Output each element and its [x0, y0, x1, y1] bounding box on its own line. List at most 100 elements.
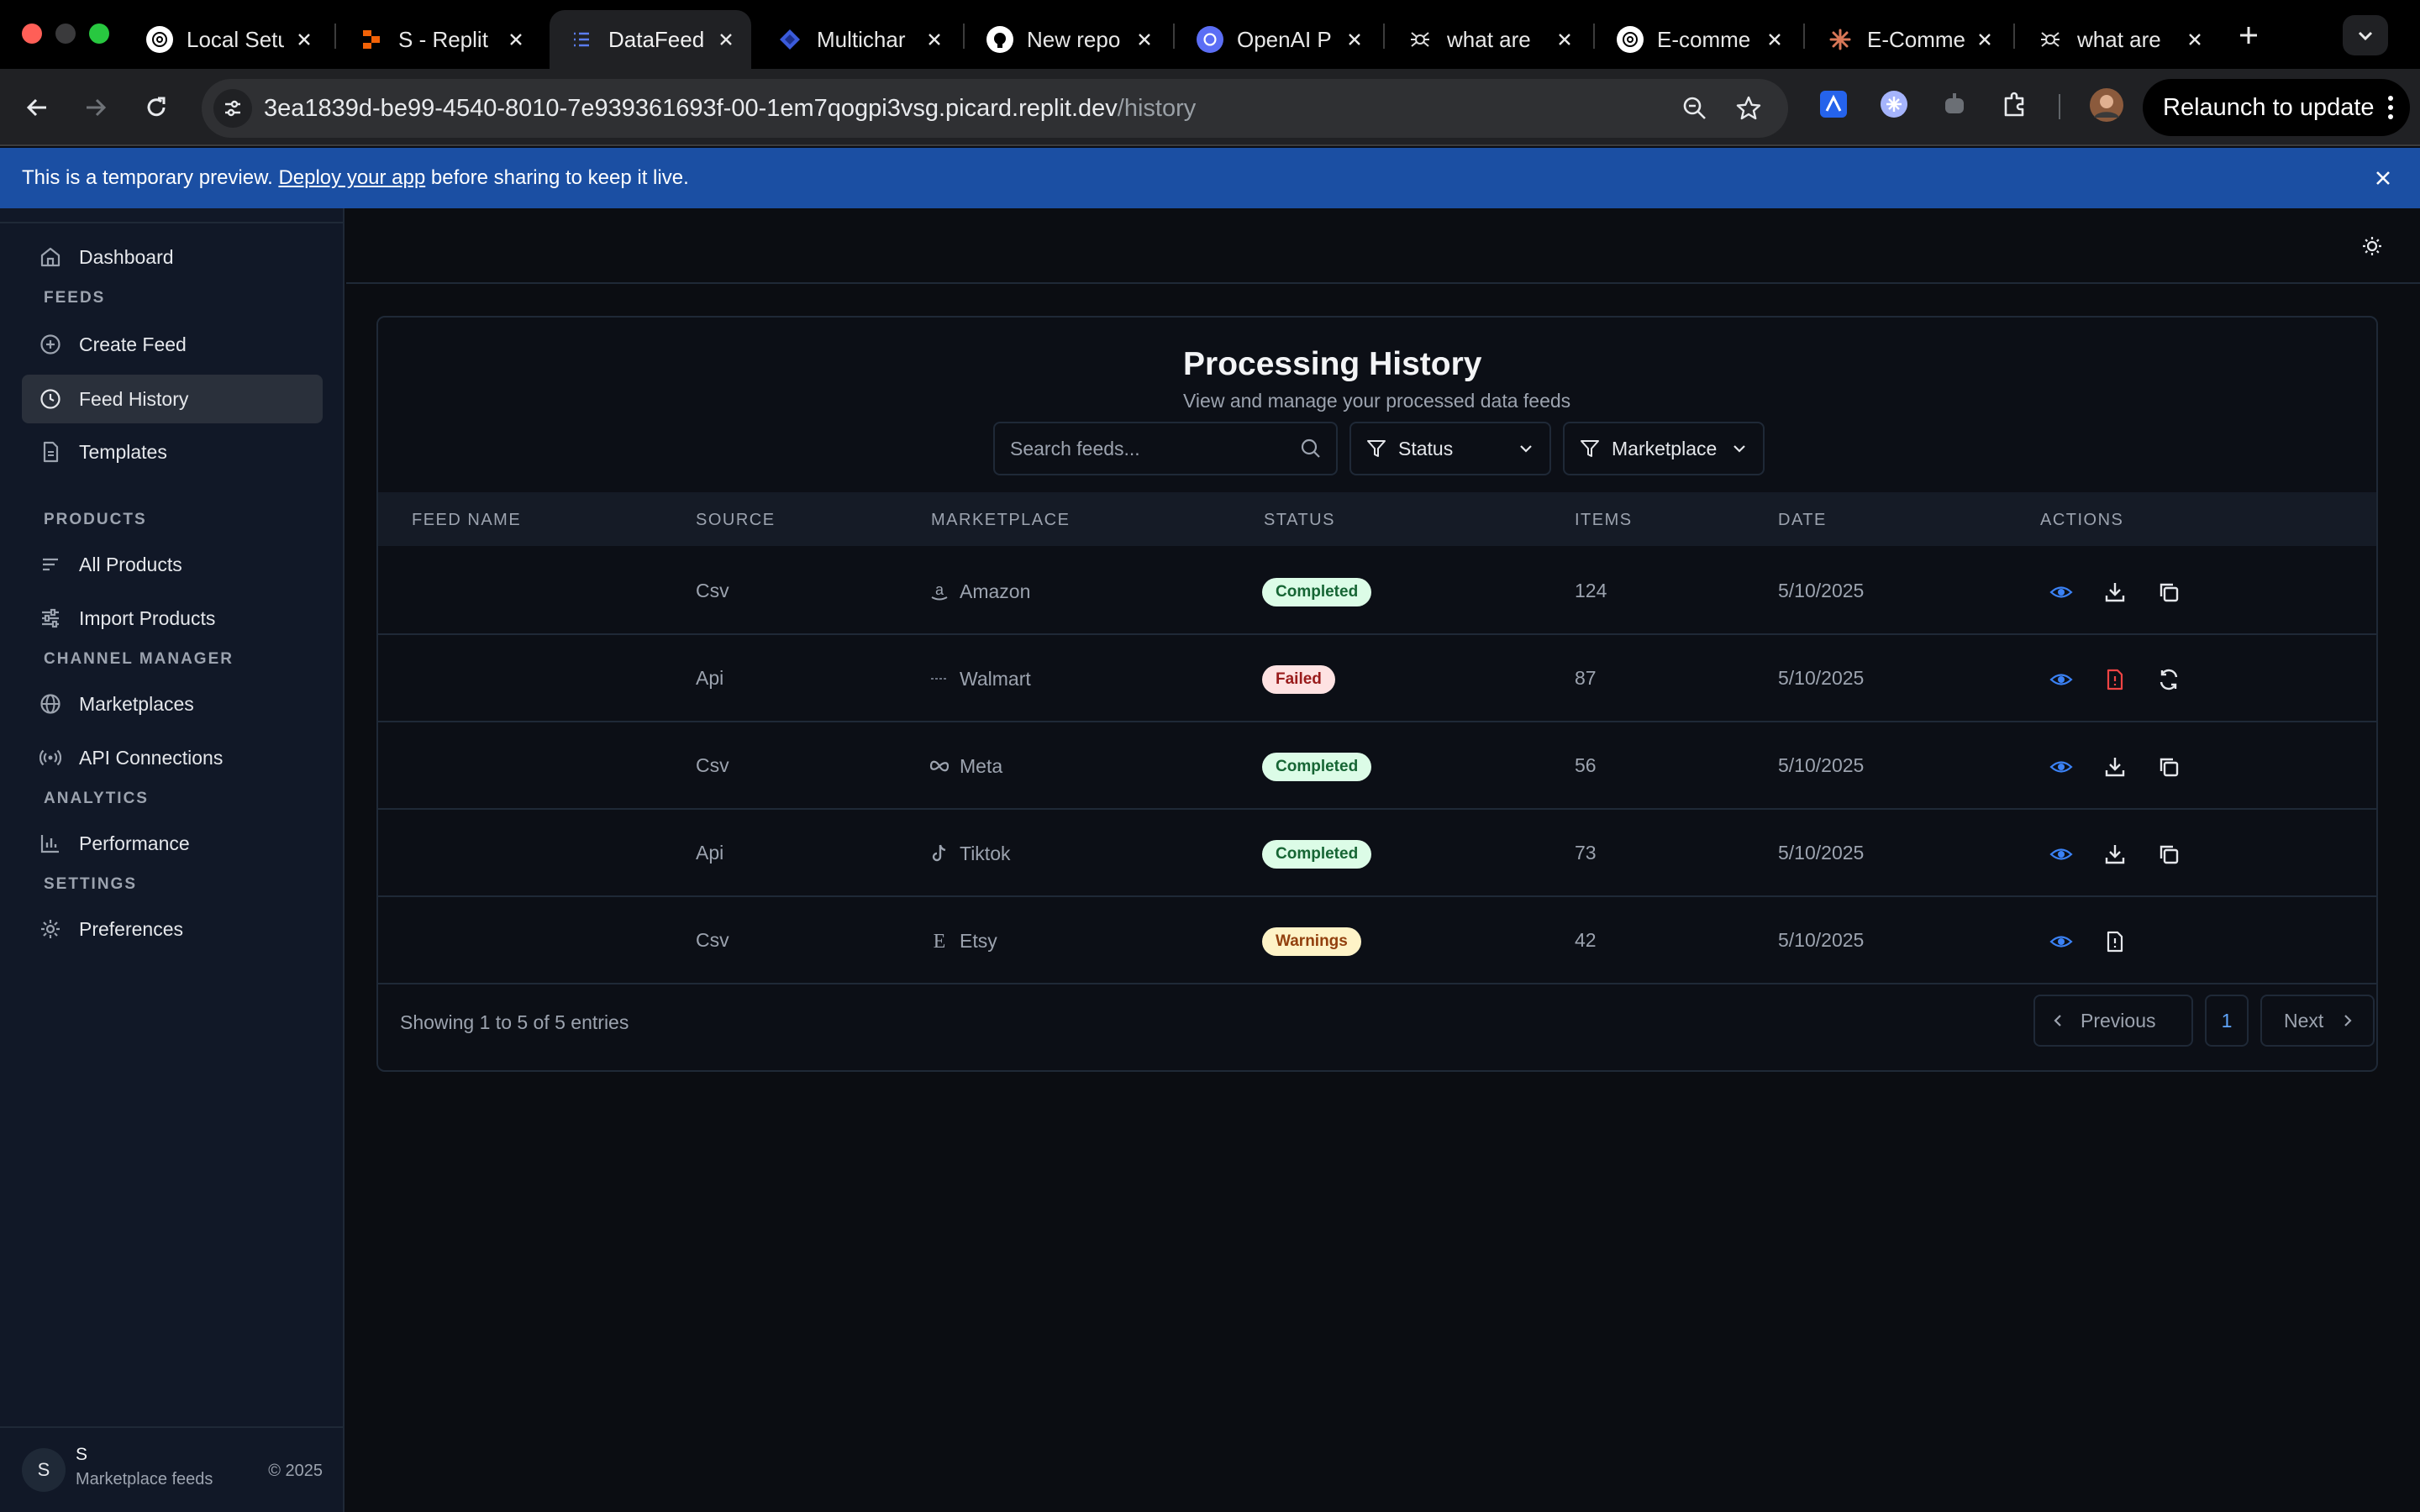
browser-tab[interactable]: E-comme: [1598, 10, 1800, 69]
sidebar-item-performance[interactable]: Performance: [22, 820, 323, 867]
previous-page-button[interactable]: Previous: [2033, 995, 2193, 1047]
view-eye-icon[interactable]: [2049, 580, 2074, 605]
sidebar-item-create-feed[interactable]: Create Feed: [22, 321, 323, 368]
next-page-button[interactable]: Next: [2260, 995, 2375, 1047]
tab-close-icon[interactable]: [1133, 28, 1156, 51]
sidebar-item-feed-history[interactable]: Feed History: [22, 375, 323, 423]
status-filter-select[interactable]: Status: [1349, 422, 1551, 475]
status-badge: Completed: [1262, 840, 1372, 869]
deploy-app-link[interactable]: Deploy your app: [278, 166, 425, 190]
extension-blue-icon[interactable]: [1817, 87, 1850, 121]
tab-close-icon[interactable]: [714, 28, 738, 51]
items-cell: 73: [1575, 842, 1597, 864]
tab-close-icon[interactable]: [1763, 28, 1786, 51]
search-icon[interactable]: [1299, 437, 1323, 460]
reload-button[interactable]: [136, 87, 176, 128]
extensions-puzzle-icon[interactable]: [1998, 87, 2032, 121]
column-header-date[interactable]: DATE: [1778, 511, 1827, 530]
tab-separator: [1803, 24, 1805, 49]
tab-title: OpenAI P: [1237, 26, 1332, 52]
tab-title: E-comme: [1657, 26, 1751, 52]
sidebar-item-marketplaces[interactable]: Marketplaces: [22, 680, 323, 727]
table-row[interactable]: Csv a Amazon Completed 124 5/10/2025: [378, 548, 2376, 635]
zoom-icon[interactable]: [1679, 92, 1711, 124]
page-1-button[interactable]: 1: [2205, 995, 2249, 1047]
search-input[interactable]: [1010, 435, 1287, 462]
sidebar-item-dashboard[interactable]: Dashboard: [22, 234, 323, 281]
sidebar-item-label: Create Feed: [79, 333, 187, 355]
view-eye-icon[interactable]: [2049, 667, 2074, 692]
minimize-window-button[interactable]: [55, 24, 76, 44]
extension-purple-icon[interactable]: [1877, 87, 1911, 121]
browser-tab[interactable]: New repo: [968, 10, 1170, 69]
marketplace-name: Etsy: [960, 929, 997, 952]
download-icon[interactable]: [2102, 754, 2128, 780]
browser-tab[interactable]: what are: [1388, 10, 1590, 69]
view-eye-icon[interactable]: [2049, 929, 2074, 954]
table-row[interactable]: Api Walmart Failed 87 5/10/2025: [378, 635, 2376, 722]
marketplace-cell: Tiktok: [928, 842, 1011, 865]
column-header-feed-name[interactable]: FEED NAME: [412, 511, 521, 530]
warning-file-icon[interactable]: [2102, 929, 2128, 954]
address-bar[interactable]: 3ea1839d-be99-4540-8010-7e939361693f-00-…: [202, 79, 1788, 138]
tab-close-icon[interactable]: [2183, 28, 2207, 51]
table-row[interactable]: Csv Meta Completed 56 5/10/2025: [378, 722, 2376, 810]
tab-search-button[interactable]: [2343, 15, 2388, 55]
error-file-icon[interactable]: [2102, 667, 2128, 692]
amazon-icon: a: [928, 580, 951, 603]
browser-tab[interactable]: S - Replit: [339, 10, 541, 69]
download-icon[interactable]: [2102, 580, 2128, 605]
theme-toggle-sun-icon[interactable]: [2360, 234, 2385, 259]
browser-tab[interactable]: Local Setu: [128, 10, 329, 69]
tab-title: E-Comme: [1867, 26, 1965, 52]
sidebar-item-preferences[interactable]: Preferences: [22, 906, 323, 953]
table-row[interactable]: Api Tiktok Completed 73 5/10/2025: [378, 810, 2376, 897]
more-menu-icon[interactable]: [2386, 94, 2395, 121]
avatar[interactable]: S: [22, 1448, 66, 1492]
browser-tab-active[interactable]: DataFeed: [550, 10, 751, 69]
sidebar-item-all-products[interactable]: All Products: [22, 541, 323, 588]
relaunch-to-update-button[interactable]: Relaunch to update: [2143, 79, 2410, 136]
site-info-icon[interactable]: [213, 89, 252, 128]
column-header-status[interactable]: STATUS: [1264, 511, 1335, 530]
maximize-window-button[interactable]: [89, 24, 109, 44]
duplicate-icon[interactable]: [2156, 754, 2181, 780]
duplicate-icon[interactable]: [2156, 842, 2181, 867]
profile-avatar[interactable]: [2089, 87, 2124, 123]
view-eye-icon[interactable]: [2049, 754, 2074, 780]
duplicate-icon[interactable]: [2156, 580, 2181, 605]
tab-close-icon[interactable]: [1343, 28, 1366, 51]
close-window-button[interactable]: [22, 24, 42, 44]
svg-text:E: E: [934, 931, 946, 952]
bookmark-star-icon[interactable]: [1733, 92, 1765, 124]
extension-robot-icon[interactable]: [1938, 87, 1971, 121]
retry-refresh-icon[interactable]: [2156, 667, 2181, 692]
table-row[interactable]: Csv E Etsy Warnings 42 5/10/2025: [378, 897, 2376, 984]
tab-close-icon[interactable]: [292, 28, 316, 51]
marketplace-filter-select[interactable]: Marketplace: [1563, 422, 1765, 475]
sidebar-item-templates[interactable]: Templates: [22, 428, 323, 475]
relaunch-label: Relaunch to update: [2163, 93, 2375, 121]
back-button[interactable]: [17, 87, 57, 128]
sidebar-item-import-products[interactable]: Import Products: [22, 595, 323, 642]
tab-close-icon[interactable]: [1973, 28, 1996, 51]
browser-tab[interactable]: Multichar: [758, 10, 960, 69]
tab-close-icon[interactable]: [1553, 28, 1576, 51]
download-icon[interactable]: [2102, 842, 2128, 867]
browser-tab[interactable]: what are: [2018, 10, 2220, 69]
browser-tab[interactable]: E-Comme: [1808, 10, 2010, 69]
sidebar-item-api-connections[interactable]: API Connections: [22, 734, 323, 781]
tab-close-icon[interactable]: [504, 28, 528, 51]
forward-button[interactable]: [76, 87, 116, 128]
tab-close-icon[interactable]: [923, 28, 946, 51]
column-header-source[interactable]: SOURCE: [696, 511, 776, 530]
column-header-marketplace[interactable]: MARKETPLACE: [931, 511, 1070, 530]
column-header-items[interactable]: ITEMS: [1575, 511, 1633, 530]
banner-close-icon[interactable]: [2371, 166, 2395, 190]
sidebar-section-settings: SETTINGS: [44, 875, 138, 893]
chevron-right-icon: [2340, 1013, 2355, 1028]
view-eye-icon[interactable]: [2049, 842, 2074, 867]
filter-icon: [1366, 438, 1386, 459]
browser-tab[interactable]: OpenAI P: [1178, 10, 1380, 69]
new-tab-button[interactable]: [2232, 18, 2265, 52]
